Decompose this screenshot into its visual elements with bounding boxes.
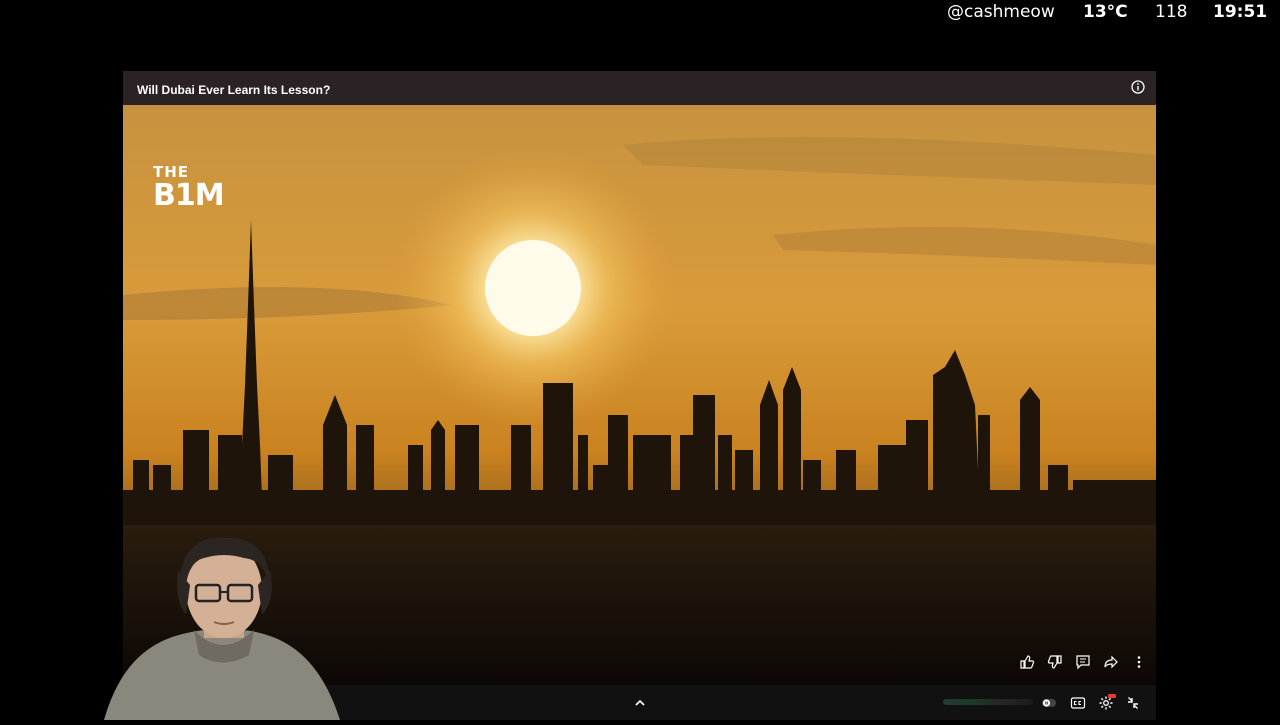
more-vert-icon[interactable] <box>1130 653 1148 671</box>
exit-fullscreen-icon[interactable] <box>1125 695 1141 711</box>
player-title-bar: Will Dubai Ever Learn Its Lesson? <box>123 71 1156 105</box>
hd-badge <box>1108 694 1116 698</box>
chevron-up-icon[interactable] <box>632 696 648 710</box>
thumbs-up-icon[interactable] <box>1018 653 1036 671</box>
stream-overlay: @cashmeow 13°C 118 19:51 <box>0 0 1280 24</box>
thumbs-down-icon[interactable] <box>1046 653 1064 671</box>
video-title[interactable]: Will Dubai Ever Learn Its Lesson? <box>137 83 330 97</box>
streamer-webcam-image <box>104 537 340 720</box>
comment-icon[interactable] <box>1074 653 1092 671</box>
info-icon[interactable] <box>1130 79 1146 95</box>
viewer-count: 118 <box>1155 2 1188 22</box>
closed-captions-icon[interactable] <box>1070 695 1086 711</box>
video-actions <box>1018 653 1148 671</box>
blurred-controls <box>943 699 1033 705</box>
share-icon[interactable] <box>1102 653 1120 671</box>
webcam-overlay <box>104 530 340 720</box>
channel-handle: @cashmeow <box>947 2 1055 22</box>
brand-logo: THE B1M <box>153 163 225 213</box>
temperature-readout: 13°C <box>1083 2 1128 22</box>
clock: 19:51 <box>1213 2 1268 22</box>
autoplay-toggle-icon[interactable] <box>1041 695 1057 711</box>
